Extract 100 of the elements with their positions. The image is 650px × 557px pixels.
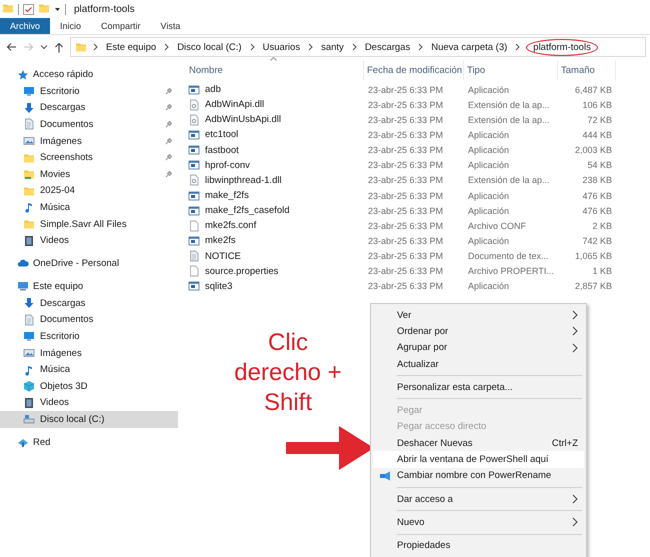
- date-cell-text: 23-abr-25 6:33 PM: [367, 100, 444, 110]
- size-cell-text: 476 KB: [581, 190, 613, 201]
- sidebar-item[interactable]: Objetos 3D: [0, 378, 178, 394]
- desktop-icon: [23, 85, 35, 98]
- column-header[interactable]: Fecha de modificación: [364, 60, 464, 80]
- sidebar-item[interactable]: Simple.Savr All Files: [0, 216, 178, 232]
- date-cell-text: 23-abr-25 6:33 PM: [367, 251, 444, 262]
- ribbon-tab[interactable]: Compartir: [91, 18, 151, 34]
- file-name-cell[interactable]: NOTICE: [186, 250, 364, 262]
- chevron-right-icon: [93, 43, 98, 51]
- text-file-icon: [188, 250, 200, 262]
- sidebar-item[interactable]: Movies: [0, 166, 178, 183]
- folder-icon: [38, 2, 50, 14]
- breadcrumb[interactable]: Disco local (C:): [175, 40, 244, 54]
- sidebar-item[interactable]: Escritorio: [0, 328, 178, 345]
- sidebar-item[interactable]: Videos: [0, 394, 178, 412]
- sidebar-item[interactable]: 2025-04: [0, 182, 178, 200]
- file-name-cell[interactable]: hprof-conv: [186, 159, 364, 172]
- column-header[interactable]: Nombre: [186, 60, 364, 80]
- ribbon-tab[interactable]: Archivo: [0, 18, 50, 34]
- settings-file-icon: [188, 174, 200, 186]
- sidebar-item[interactable]: Imágenes: [0, 132, 178, 150]
- folder-icon: [23, 184, 35, 197]
- type-cell-text: Archivo PROPERTI...: [467, 266, 554, 276]
- sidebar-group[interactable]: Red: [0, 434, 178, 451]
- type-cell-text: Aplicación: [467, 130, 510, 140]
- menu-item[interactable]: Abrir la ventana de PowerShell aquí: [373, 451, 584, 468]
- breadcrumb[interactable]: Este equipo: [104, 40, 158, 54]
- date-cell-text: 23-abr-25 6:33 PM: [367, 266, 444, 276]
- file-name-cell[interactable]: fastboot: [186, 144, 364, 156]
- menu-item[interactable]: Cambiar nombre con PowerRename: [373, 468, 584, 484]
- breadcrumb[interactable]: santy: [319, 40, 346, 54]
- menu-item[interactable]: Nuevo: [373, 514, 584, 531]
- group-label: Acceso rápido: [33, 69, 94, 80]
- menu-item[interactable]: Agrupar por: [373, 340, 584, 356]
- file-name-cell[interactable]: mke2fs.conf: [186, 220, 364, 232]
- sidebar-item[interactable]: Escritorio: [0, 83, 178, 100]
- sidebar-item[interactable]: Disco local (C:): [0, 411, 178, 428]
- file-name-cell[interactable]: AdbWinApi.dll: [186, 98, 364, 111]
- back-arrow-icon[interactable]: [6, 42, 17, 52]
- file-name-cell[interactable]: sqlite3: [186, 280, 364, 292]
- sidebar-item[interactable]: Screenshots: [0, 149, 178, 166]
- column-header[interactable]: Tipo: [464, 60, 558, 80]
- sidebar-group[interactable]: Acceso rápido: [0, 66, 178, 83]
- sidebar-item[interactable]: Música: [0, 199, 178, 216]
- column-header[interactable]: Tamaño: [558, 60, 616, 80]
- file-name-cell[interactable]: mke2fs: [186, 234, 364, 247]
- ribbon-tab[interactable]: Vista: [150, 18, 190, 34]
- file-name-cell[interactable]: make_f2fs: [186, 190, 364, 202]
- breadcrumb[interactable]: platform-tools: [526, 38, 598, 56]
- size-cell-text: 6,487 KB: [574, 84, 613, 95]
- dropdown-icon[interactable]: [54, 6, 61, 12]
- breadcrumb[interactable]: Nueva carpeta (3): [429, 40, 510, 54]
- date-cell-text: 23-abr-25 6:33 PM: [367, 281, 444, 292]
- menu-item[interactable]: Actualizar: [373, 356, 584, 372]
- address-bar[interactable]: Este equipo Disco local (C:) Usuarios santy Descargas Nueva carpeta (3) platform-tools: [70, 37, 646, 57]
- menu-item[interactable]: Dar acceso a: [373, 490, 584, 508]
- menu-item[interactable]: Deshacer Nuevas Ctrl+Z: [373, 435, 584, 452]
- file-name-cell[interactable]: AdbWinUsbApi.dll: [186, 114, 364, 126]
- file-name-cell[interactable]: libwinpthread-1.dll: [186, 174, 364, 186]
- file-icon: [188, 265, 200, 278]
- breadcrumb[interactable]: Descargas: [362, 40, 412, 54]
- window-title: platform-tools: [74, 4, 135, 14]
- sidebar-item[interactable]: Música: [0, 361, 178, 378]
- image-icon: [23, 135, 35, 148]
- application-icon: [188, 280, 200, 292]
- menu-item[interactable]: Ver: [373, 307, 584, 324]
- menu-item[interactable]: Ordenar por: [373, 323, 584, 340]
- type-cell-text: Documento de tex...: [467, 251, 549, 262]
- sidebar-item[interactable]: Documentos: [0, 116, 178, 133]
- file-name-cell[interactable]: make_f2fs_casefold: [186, 204, 364, 217]
- type-cell-text: Aplicación: [467, 145, 510, 156]
- chevron-down-icon[interactable]: [40, 44, 48, 50]
- breadcrumb[interactable]: Usuarios: [260, 40, 302, 54]
- sidebar-item[interactable]: Videos: [0, 232, 178, 249]
- up-arrow-icon[interactable]: [54, 42, 64, 52]
- menu-item[interactable]: Personalizar esta carpeta...: [373, 379, 584, 396]
- menu-item[interactable]: Propiedades: [373, 538, 584, 554]
- sidebar-item[interactable]: Descargas: [0, 100, 178, 116]
- chevron-right-icon: [250, 43, 255, 51]
- size-cell-text: 444 KB: [581, 130, 613, 140]
- sidebar-group[interactable]: Este equipo: [0, 278, 178, 295]
- cube-icon: [23, 380, 35, 392]
- file-name-cell[interactable]: adb: [186, 84, 364, 96]
- file-name-cell[interactable]: source.properties: [186, 265, 364, 278]
- document-icon: [23, 314, 35, 326]
- group-label: Red: [33, 436, 50, 448]
- ribbon-tab[interactable]: Inicio: [50, 18, 92, 34]
- sidebar-group[interactable]: OneDrive - Personal: [0, 254, 178, 272]
- sidebar-item[interactable]: Documentos: [0, 312, 178, 328]
- annotation-text: Clic derecho + Shift: [233, 328, 343, 418]
- sidebar-item[interactable]: Descargas: [0, 294, 178, 312]
- sidebar-item[interactable]: Imágenes: [0, 344, 178, 362]
- type-cell-text: Extensión de la ap...: [467, 100, 550, 110]
- computer-icon: [17, 280, 29, 292]
- date-cell-text: 23-abr-25 6:33 PM: [367, 220, 444, 231]
- file-name-cell[interactable]: etc1tool: [186, 128, 364, 141]
- checkbox-icon[interactable]: [23, 4, 34, 14]
- type-cell-text: Aplicación: [467, 84, 510, 95]
- download-arrow-icon: [23, 102, 35, 114]
